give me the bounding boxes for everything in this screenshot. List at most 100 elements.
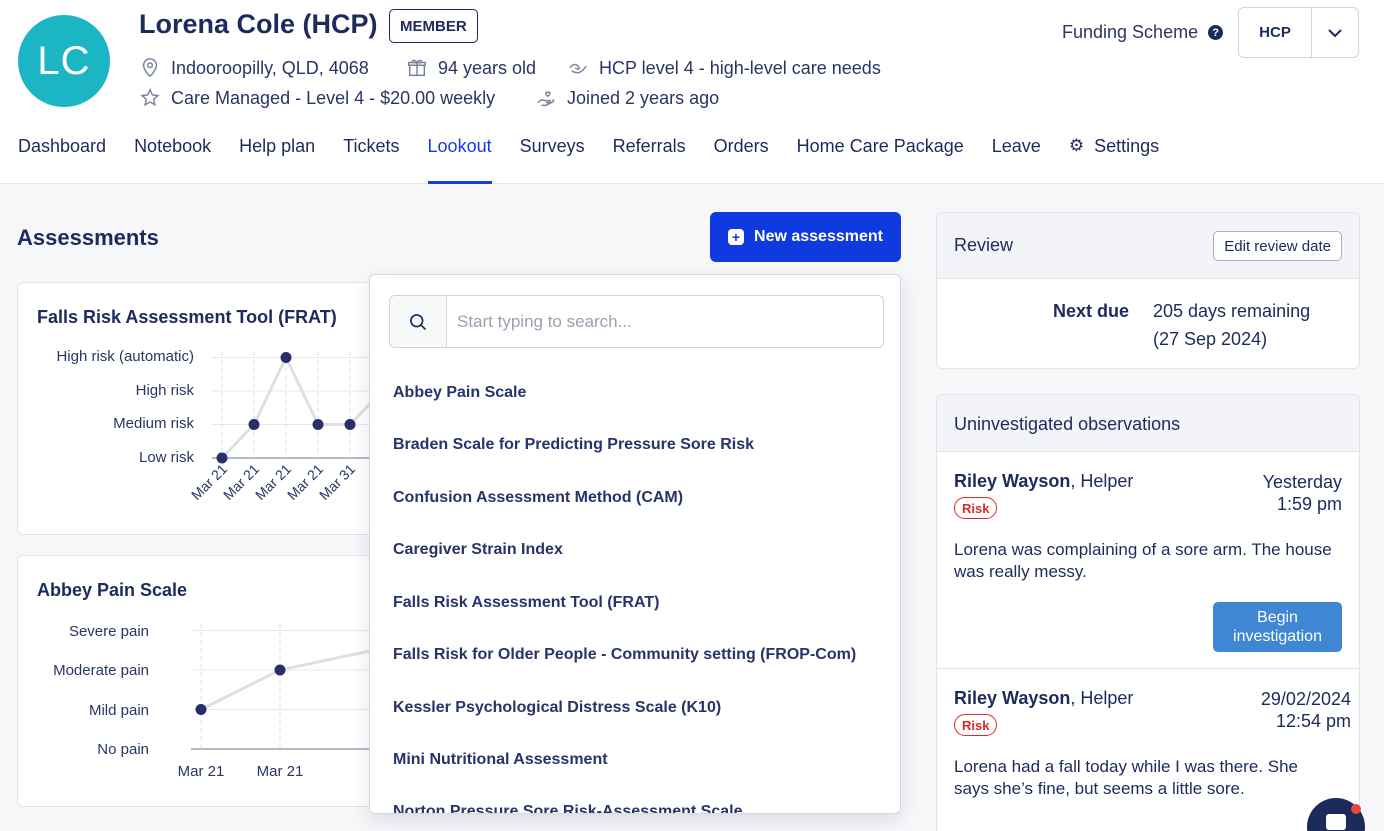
funding-scheme-select[interactable]: HCP xyxy=(1238,7,1359,58)
tab-dashboard[interactable]: Dashboard xyxy=(18,136,106,184)
abbey-chart: Mar 21 Mar 21 xyxy=(178,624,398,780)
assessment-option[interactable]: Norton Pressure Sore Risk-Assessment Sca… xyxy=(393,803,742,813)
funding-scheme-value: HCP xyxy=(1239,8,1312,57)
observation-text: Lorena had a fall today while I was ther… xyxy=(954,757,1298,798)
plus-icon: + xyxy=(728,229,745,245)
assessment-option[interactable]: Confusion Assessment Method (CAM) xyxy=(393,489,683,507)
tab-home-care-package[interactable]: Home Care Package xyxy=(797,136,964,184)
x-tick-label: Mar 31 xyxy=(316,461,358,503)
assessments-title: Assessments xyxy=(17,225,159,250)
observer-name: Riley Wayson, Helper xyxy=(954,688,1133,709)
review-header: Review Edit review date xyxy=(937,213,1359,279)
observer-role: , Helper xyxy=(1070,688,1134,708)
search-box xyxy=(389,295,884,348)
observer-name-bold: Riley Wayson xyxy=(954,688,1071,708)
frat-chart: Mar 21Mar 21Mar 21Mar 21Mar 31Ap xyxy=(188,351,398,503)
tab-help-plan[interactable]: Help plan xyxy=(239,136,315,184)
assessment-option[interactable]: Falls Risk Assessment Tool (FRAT) xyxy=(393,594,659,612)
client-name: Lorena Cole (HCP) xyxy=(139,9,378,39)
managed-meta: Care Managed - Level 4 - $20.00 weekly xyxy=(139,87,495,109)
assessment-search-dropdown: Abbey Pain Scale Braden Scale for Predic… xyxy=(369,274,901,814)
divider xyxy=(937,668,1359,669)
x-tick-label: Mar 21 xyxy=(178,763,225,780)
assessment-option[interactable]: Mini Nutritional Assessment xyxy=(393,751,608,769)
data-point xyxy=(274,664,286,676)
edit-review-date-button[interactable]: Edit review date xyxy=(1213,231,1342,261)
care-hands-icon xyxy=(569,63,587,74)
tab-surveys[interactable]: Surveys xyxy=(520,136,585,184)
tab-lookout[interactable]: Lookout xyxy=(427,136,492,184)
client-header: LC Lorena Cole (HCP) MEMBER Indooroopill… xyxy=(0,0,1384,184)
location-text: Indooroopilly, QLD, 4068 xyxy=(171,57,369,78)
observer-name: Riley Wayson, Helper xyxy=(954,471,1133,492)
chat-icon xyxy=(1326,814,1346,830)
assessment-option[interactable]: Falls Risk for Older People - Community … xyxy=(393,646,856,664)
tab-orders[interactable]: Orders xyxy=(714,136,769,184)
observation-time: 29/02/2024 12:54 pm xyxy=(1261,688,1351,732)
new-assessment-label: New assessment xyxy=(754,228,883,245)
observation-clock: 1:59 pm xyxy=(1276,494,1342,514)
managed-text: Care Managed - Level 4 - $20.00 weekly xyxy=(171,87,496,108)
care-level-meta: HCP level 4 - high-level care needs xyxy=(567,57,881,79)
tab-referrals[interactable]: Referrals xyxy=(613,136,686,184)
joined-text: Joined 2 years ago xyxy=(567,87,720,108)
care-level-text: HCP level 4 - high-level care needs xyxy=(599,57,881,78)
joined-meta: Joined 2 years ago xyxy=(535,87,719,109)
chevron-down-icon[interactable] xyxy=(1312,8,1358,57)
abbey-card: Abbey Pain Scale Severe pain Moderate pa… xyxy=(17,555,398,807)
data-point xyxy=(312,419,324,430)
risk-badge: Risk xyxy=(954,497,998,519)
help-icon[interactable]: ? xyxy=(1208,25,1224,40)
data-point xyxy=(248,419,260,430)
new-assessment-button[interactable]: + New assessment xyxy=(710,212,901,262)
series-line xyxy=(220,354,384,460)
review-card: Review Edit review date Next due 205 day… xyxy=(936,212,1360,369)
data-point xyxy=(344,419,356,430)
age-text: 94 years old xyxy=(438,57,537,78)
assessment-option[interactable]: Braden Scale for Predicting Pressure Sor… xyxy=(393,436,754,454)
tab-leave[interactable]: Leave xyxy=(992,136,1041,184)
data-point xyxy=(280,352,292,363)
notification-dot xyxy=(1351,804,1361,814)
observation-time: Yesterday 1:59 pm xyxy=(1263,471,1342,515)
gift-icon xyxy=(408,59,426,77)
observations-card: Uninvestigated observations Riley Wayson… xyxy=(936,394,1360,831)
risk-badge: Risk xyxy=(954,714,998,736)
funding-scheme-text: Funding Scheme xyxy=(1062,22,1199,42)
assessment-option[interactable]: Abbey Pain Scale xyxy=(393,384,526,402)
member-badge: MEMBER xyxy=(389,9,478,43)
x-tick-label: Mar 21 xyxy=(257,763,304,780)
observation-clock: 12:54 pm xyxy=(1275,711,1351,731)
tab-settings[interactable]: ⚙ Settings xyxy=(1069,136,1159,184)
nav-tabs: Dashboard Notebook Help plan Tickets Loo… xyxy=(18,136,1187,184)
tab-settings-label: Settings xyxy=(1094,136,1160,156)
observations-header: Uninvestigated observations xyxy=(937,395,1359,452)
assessment-option[interactable]: Kessler Psychological Distress Scale (K1… xyxy=(393,699,721,717)
observer-role: , Helper xyxy=(1070,471,1134,491)
funding-scheme-label: Funding Scheme ? xyxy=(1062,22,1224,43)
next-due-label: Next due xyxy=(1053,301,1130,321)
hand-heart-icon xyxy=(537,91,555,107)
location-meta: Indooroopilly, QLD, 4068 xyxy=(139,57,369,79)
review-date: (27 Sep 2024) xyxy=(1153,329,1268,349)
search-icon xyxy=(390,296,447,347)
observations-title: Uninvestigated observations xyxy=(954,414,1181,434)
observer-name-bold: Riley Wayson xyxy=(954,471,1071,491)
gear-icon: ⚙ xyxy=(1068,136,1085,155)
avatar: LC xyxy=(18,15,110,107)
data-point xyxy=(195,704,207,715)
observation-day: Yesterday xyxy=(1262,472,1342,492)
assessment-option[interactable]: Caregiver Strain Index xyxy=(393,541,563,559)
tab-tickets[interactable]: Tickets xyxy=(343,136,399,184)
observation-text: Lorena was complaining of a sore arm. Th… xyxy=(954,540,1332,581)
tab-notebook[interactable]: Notebook xyxy=(134,136,211,184)
star-icon xyxy=(140,88,160,107)
review-title: Review xyxy=(954,235,1014,255)
observation-day: 29/02/2024 xyxy=(1260,689,1351,709)
frat-card: Falls Risk Assessment Tool (FRAT) High r… xyxy=(17,282,398,535)
begin-investigation-button[interactable]: Begin investigation xyxy=(1213,602,1342,652)
remaining-days: 205 days remaining xyxy=(1153,301,1311,321)
search-input[interactable] xyxy=(447,296,883,347)
age-meta: 94 years old xyxy=(406,57,536,79)
location-pin-icon xyxy=(142,58,158,78)
